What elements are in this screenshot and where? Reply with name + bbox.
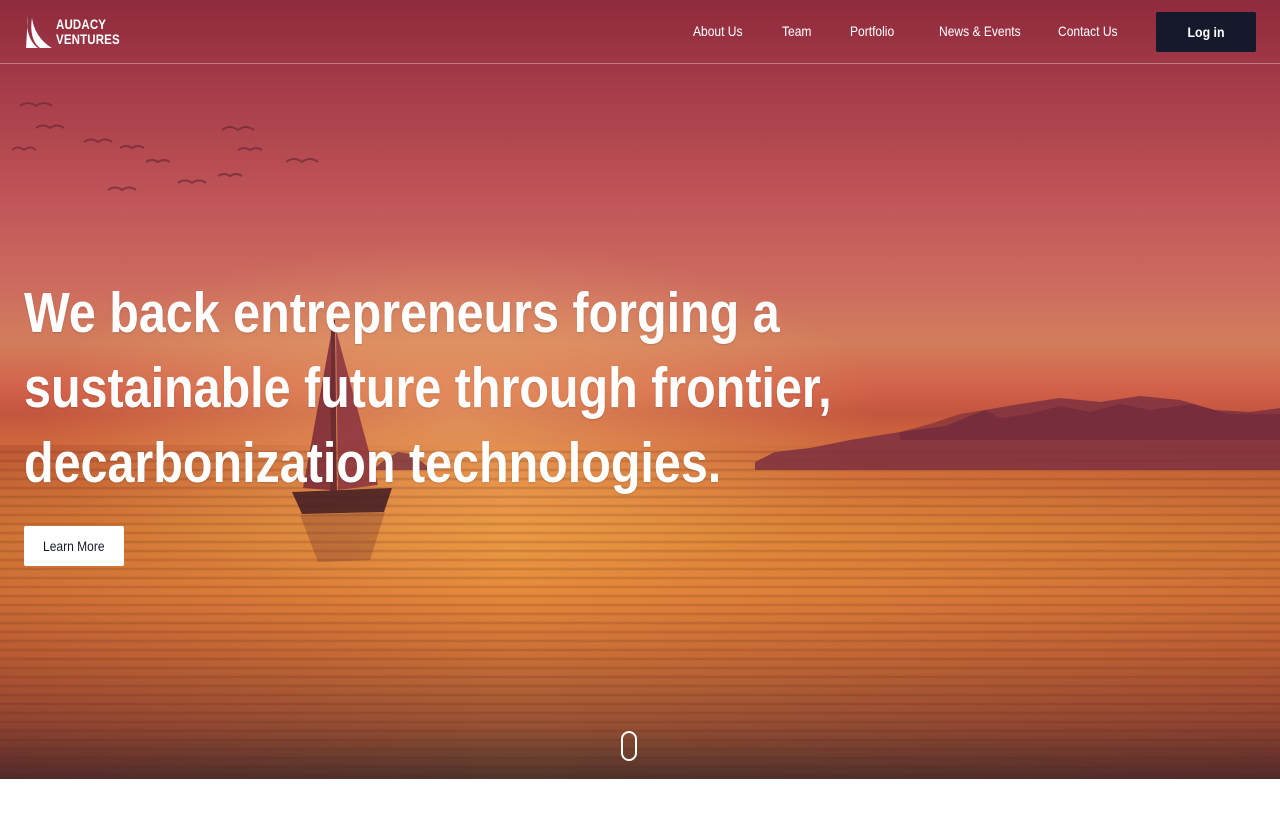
- nav-item-about-us[interactable]: About Us: [693, 23, 743, 39]
- top-navbar: AUDACY VENTURES About Us Team Portfolio …: [0, 0, 1280, 64]
- nav-item-news-events[interactable]: News & Events: [939, 23, 1021, 39]
- hero-headline: We back entrepreneurs forging a sustaina…: [24, 281, 832, 495]
- birds: [11, 102, 319, 192]
- scroll-mouse-icon[interactable]: [621, 731, 637, 761]
- nav-item-team[interactable]: Team: [782, 23, 811, 39]
- login-button[interactable]: Log in: [1156, 12, 1256, 52]
- learn-more-button[interactable]: Learn More: [24, 526, 124, 566]
- login-button-label: Log in: [1187, 24, 1225, 40]
- main-nav: About Us Team Portfolio News & Events Co…: [0, 0, 1280, 64]
- nav-item-portfolio[interactable]: Portfolio: [850, 23, 894, 39]
- nav-item-contact-us[interactable]: Contact Us: [1058, 23, 1118, 39]
- learn-more-label: Learn More: [43, 538, 105, 554]
